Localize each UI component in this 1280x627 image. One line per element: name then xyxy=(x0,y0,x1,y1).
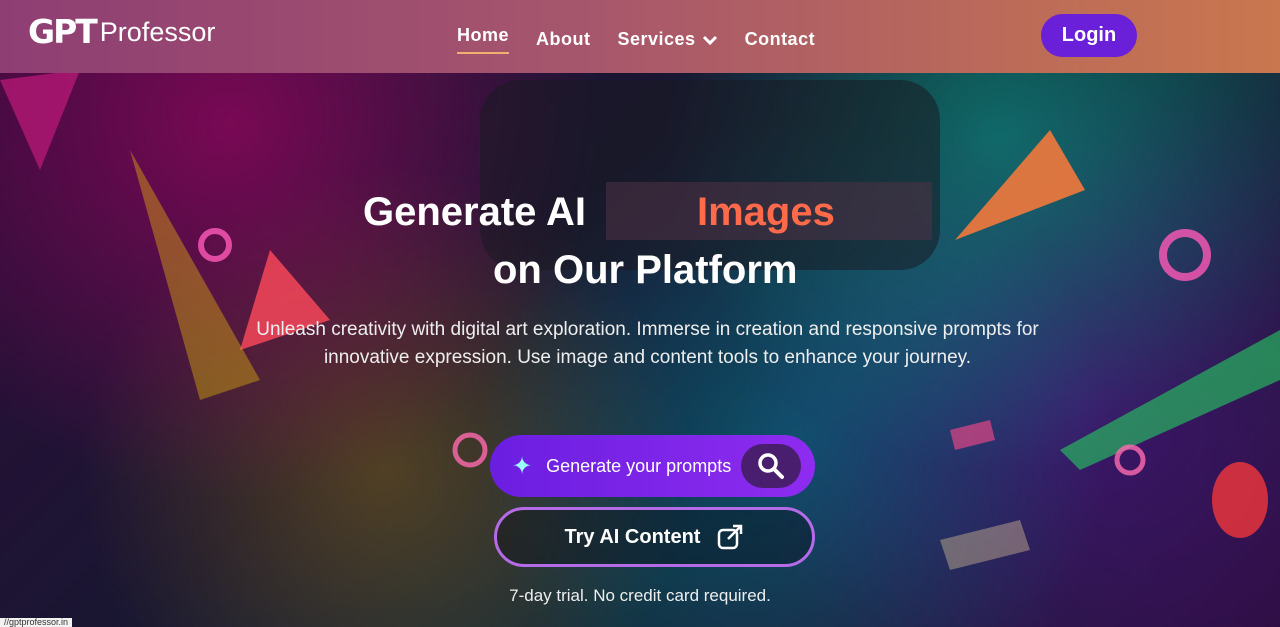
site-header: GPT Professor Home About Services Contac… xyxy=(0,0,1280,73)
try-ai-content-button[interactable]: Try AI Content xyxy=(494,507,815,567)
hero-section: Generate AI Images on Our Platform Unlea… xyxy=(0,0,1280,627)
try-ai-content-label: Try AI Content xyxy=(564,525,701,548)
logo-word: Professor xyxy=(99,17,216,47)
main-nav: Home About Services Contact xyxy=(457,25,815,54)
logo-mark: GPT xyxy=(28,12,98,51)
hero-title-line2: on Our Platform xyxy=(493,248,798,292)
hero-title-line1: Generate AI xyxy=(363,190,587,234)
chevron-down-icon xyxy=(702,35,717,45)
hero-description: Unleash creativity with digital art expl… xyxy=(256,319,1039,368)
sparkle-icon: ✦ xyxy=(512,452,533,480)
nav-services[interactable]: Services xyxy=(618,25,718,54)
search-icon[interactable] xyxy=(741,444,801,488)
nav-about[interactable]: About xyxy=(536,25,590,54)
external-link-icon xyxy=(718,524,743,550)
trial-note: 7-day trial. No credit card required. xyxy=(509,586,771,605)
site-logo[interactable]: GPT Professor xyxy=(28,14,215,50)
hero-title-highlight: Images xyxy=(697,190,835,234)
nav-services-label: Services xyxy=(617,29,696,49)
nav-home[interactable]: Home xyxy=(457,25,510,54)
nav-contact[interactable]: Contact xyxy=(745,25,816,54)
generate-prompts-label: Generate your prompts xyxy=(546,455,732,476)
browser-status-url: //gptprofessor.in xyxy=(0,618,73,627)
generate-prompts-button[interactable]: ✦ Generate your prompts xyxy=(490,435,815,497)
login-button[interactable]: Login xyxy=(1041,14,1137,57)
